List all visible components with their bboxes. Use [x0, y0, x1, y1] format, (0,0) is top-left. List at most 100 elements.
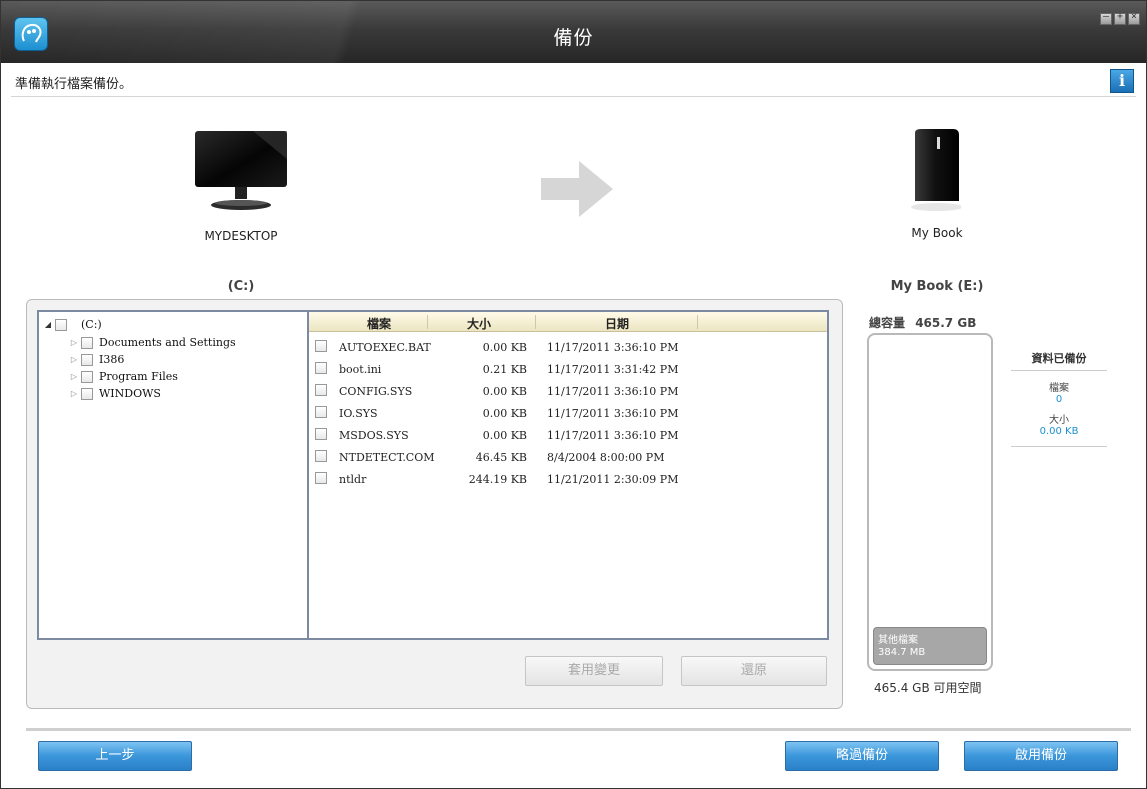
- folder-tree[interactable]: ◢ (C:) ▷ Documents and Settings ▷ I386 ▷…: [37, 310, 309, 640]
- column-header-date[interactable]: 日期: [537, 315, 697, 332]
- collapsed-triangle-icon[interactable]: ▷: [69, 355, 79, 364]
- window-title: 備份: [553, 27, 594, 49]
- checkbox[interactable]: [55, 318, 67, 331]
- file-name: AUTOEXEC.BAT: [339, 341, 431, 354]
- file-name: CONFIG.SYS: [339, 385, 413, 398]
- total-capacity-label: 總容量: [869, 316, 906, 330]
- tree-item-root[interactable]: ◢ (C:): [43, 318, 102, 331]
- file-size: 0.00 KB: [482, 385, 527, 398]
- checkbox[interactable]: [81, 353, 93, 366]
- column-header-size[interactable]: 大小: [429, 315, 529, 332]
- checkbox[interactable]: [315, 384, 327, 396]
- table-row[interactable]: boot.ini 0.21 KB 11/17/2011 3:31:42 PM: [309, 358, 827, 380]
- arrow-right-icon: [541, 161, 613, 217]
- checkbox[interactable]: [315, 340, 327, 352]
- checkbox[interactable]: [315, 472, 327, 484]
- close-icon: ×: [1130, 11, 1138, 22]
- maximize-button[interactable]: +: [1114, 11, 1126, 25]
- target-drive-label: My Book (E:): [890, 279, 984, 294]
- tree-item[interactable]: ▷ WINDOWS: [69, 387, 161, 400]
- file-size: 46.45 KB: [475, 451, 527, 464]
- backup-window: 備份 – + × 準備執行檔案備份。 i MYDESKTOP (C:) My B…: [0, 0, 1147, 789]
- size-label: 大小: [1049, 415, 1069, 426]
- title-bar: 備份 – + ×: [1, 1, 1146, 63]
- tree-item[interactable]: ▷ Program Files: [69, 370, 178, 383]
- files-value: 0: [1055, 394, 1063, 405]
- restore-button[interactable]: 還原: [681, 656, 827, 686]
- file-date: 11/17/2011 3:36:10 PM: [547, 429, 679, 442]
- close-button[interactable]: ×: [1128, 11, 1140, 25]
- column-header-name[interactable]: 檔案: [329, 315, 429, 332]
- source-device-name: MYDESKTOP: [204, 229, 278, 243]
- other-files-segment: 其他檔案 384.7 MB: [873, 627, 987, 665]
- external-drive-icon: [911, 129, 961, 211]
- target-device-name: My Book: [911, 226, 963, 240]
- desktop-monitor-icon: [195, 131, 287, 210]
- file-name: ntldr: [339, 473, 367, 486]
- apply-changes-button[interactable]: 套用變更: [525, 656, 663, 686]
- other-files-value: 384.7 MB: [878, 647, 926, 658]
- status-bar: 準備執行檔案備份。 i: [11, 63, 1136, 97]
- collapsed-triangle-icon[interactable]: ▷: [69, 372, 79, 381]
- tree-item-label: I386: [99, 353, 125, 366]
- file-name: MSDOS.SYS: [339, 429, 409, 442]
- file-size: 0.00 KB: [482, 429, 527, 442]
- backup-summary: 資料已備份 檔案 0 大小 0.00 KB: [1011, 346, 1107, 447]
- table-row[interactable]: ntldr 244.19 KB 11/21/2011 2:30:09 PM: [309, 468, 827, 490]
- other-files-label: 其他檔案: [878, 635, 918, 646]
- checkbox[interactable]: [315, 362, 327, 374]
- file-date: 11/17/2011 3:36:10 PM: [547, 407, 679, 420]
- total-capacity-value: 465.7 GB: [915, 316, 977, 330]
- file-list[interactable]: 檔案 大小 日期 AUTOEXEC.BAT 0.00 KB 11/17/2011…: [309, 310, 829, 640]
- collapsed-triangle-icon[interactable]: ▷: [69, 389, 79, 398]
- source-drive-label: (C:): [227, 279, 255, 294]
- summary-heading: 資料已備份: [1011, 346, 1107, 371]
- expanded-triangle-icon[interactable]: ◢: [43, 320, 53, 329]
- file-size: 244.19 KB: [468, 473, 527, 486]
- file-name: boot.ini: [339, 363, 382, 376]
- tree-item-label: Program Files: [99, 370, 178, 383]
- file-date: 11/21/2011 2:30:09 PM: [547, 473, 679, 486]
- tree-item[interactable]: ▷ Documents and Settings: [69, 336, 236, 349]
- tree-item-label: Documents and Settings: [99, 336, 236, 349]
- minimize-button[interactable]: –: [1100, 11, 1112, 25]
- checkbox[interactable]: [315, 428, 327, 440]
- table-row[interactable]: AUTOEXEC.BAT 0.00 KB 11/17/2011 3:36:10 …: [309, 336, 827, 358]
- file-size: 0.00 KB: [482, 407, 527, 420]
- checkbox[interactable]: [315, 450, 327, 462]
- tree-item-label: (C:): [81, 318, 102, 331]
- file-date: 8/4/2004 8:00:00 PM: [547, 451, 665, 464]
- file-size: 0.21 KB: [482, 363, 527, 376]
- table-row[interactable]: MSDOS.SYS 0.00 KB 11/17/2011 3:36:10 PM: [309, 424, 827, 446]
- file-size: 0.00 KB: [482, 341, 527, 354]
- table-row[interactable]: NTDETECT.COM 46.45 KB 8/4/2004 8:00:00 P…: [309, 446, 827, 468]
- checkbox[interactable]: [81, 370, 93, 383]
- checkbox[interactable]: [81, 387, 93, 400]
- status-message: 準備執行檔案備份。: [15, 77, 133, 92]
- checkbox[interactable]: [315, 406, 327, 418]
- info-button[interactable]: i: [1110, 69, 1134, 93]
- collapsed-triangle-icon[interactable]: ▷: [69, 338, 79, 347]
- capacity-gauge: 其他檔案 384.7 MB: [867, 333, 993, 671]
- size-value: 0.00 KB: [1039, 426, 1079, 437]
- table-row[interactable]: IO.SYS 0.00 KB 11/17/2011 3:36:10 PM: [309, 402, 827, 424]
- skip-backup-button[interactable]: 略過備份: [785, 741, 939, 771]
- table-row[interactable]: CONFIG.SYS 0.00 KB 11/17/2011 3:36:10 PM: [309, 380, 827, 402]
- file-date: 11/17/2011 3:31:42 PM: [547, 363, 679, 376]
- minimize-icon: –: [1102, 11, 1110, 22]
- file-list-header: 檔案 大小 日期: [309, 312, 827, 332]
- file-name: IO.SYS: [339, 407, 378, 420]
- tree-item-label: WINDOWS: [99, 387, 161, 400]
- footer-divider: [26, 728, 1131, 731]
- plus-icon: +: [1116, 11, 1124, 22]
- files-label: 檔案: [1049, 383, 1069, 394]
- total-capacity: 總容量 465.7 GB: [869, 314, 976, 331]
- back-button[interactable]: 上一步: [38, 741, 192, 771]
- start-backup-button[interactable]: 啟用備份: [964, 741, 1118, 771]
- file-date: 11/17/2011 3:36:10 PM: [547, 385, 679, 398]
- free-space-label: 465.4 GB 可用空間: [874, 681, 982, 695]
- tree-item[interactable]: ▷ I386: [69, 353, 124, 366]
- window-controls: – + ×: [1100, 11, 1140, 25]
- file-selection-panel: ◢ (C:) ▷ Documents and Settings ▷ I386 ▷…: [26, 299, 843, 709]
- checkbox[interactable]: [81, 336, 93, 349]
